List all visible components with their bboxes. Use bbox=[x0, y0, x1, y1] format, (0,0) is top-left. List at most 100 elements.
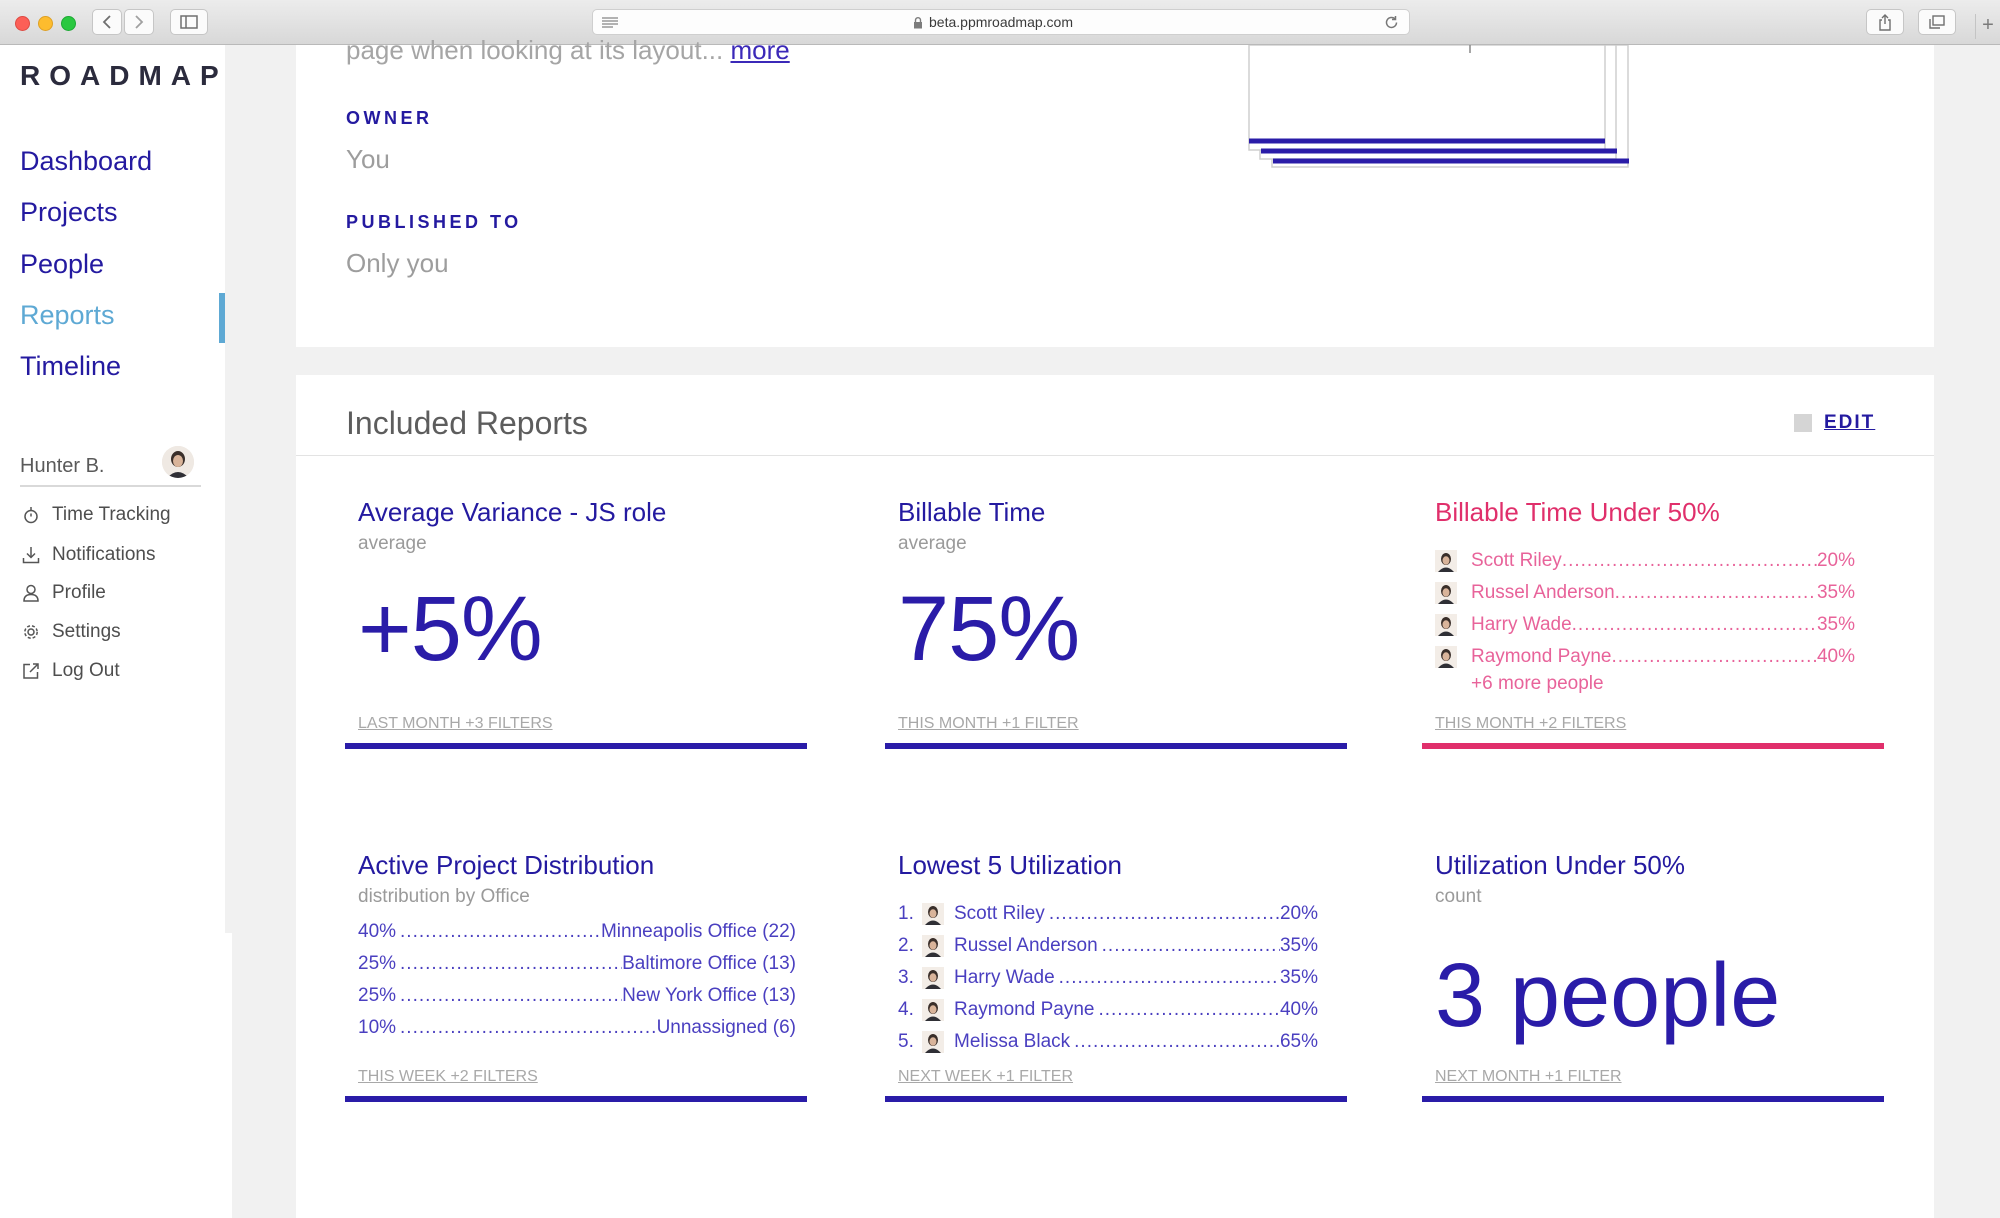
header-divider bbox=[296, 455, 1934, 456]
person-row[interactable]: Harry Wade .............................… bbox=[1435, 611, 1855, 639]
menu-label: Time Tracking bbox=[52, 504, 171, 525]
distribution-row[interactable]: 40% ....................................… bbox=[358, 918, 796, 946]
ranking-row[interactable]: 5. Melissa Black .......................… bbox=[898, 1028, 1318, 1056]
avatar-image bbox=[162, 446, 194, 478]
leader-dots: ........................................… bbox=[400, 953, 622, 974]
share-button[interactable] bbox=[1866, 9, 1904, 35]
menu-settings[interactable]: Settings bbox=[20, 621, 121, 643]
ranking-row[interactable]: 2. Russel Anderson .....................… bbox=[898, 932, 1318, 960]
more-people-link[interactable]: +6 more people bbox=[1471, 673, 1604, 695]
distribution-row[interactable]: 25% ....................................… bbox=[358, 982, 796, 1010]
menu-time-tracking[interactable]: Time Tracking bbox=[20, 504, 171, 526]
rank-number: 2. bbox=[898, 935, 914, 956]
reload-icon[interactable] bbox=[1384, 15, 1399, 30]
leader-dots: ........................................… bbox=[400, 985, 622, 1006]
distribution-row[interactable]: 25% ....................................… bbox=[358, 950, 796, 978]
report-value: 3 people bbox=[1435, 946, 1781, 1046]
ranking-row[interactable]: 4. Raymond Payne .......................… bbox=[898, 996, 1318, 1024]
report-subtitle: count bbox=[1435, 886, 1482, 907]
report-title[interactable]: Average Variance - JS role bbox=[358, 497, 666, 528]
person-row[interactable]: Scott Riley ............................… bbox=[1435, 547, 1855, 575]
nav-timeline[interactable]: Timeline bbox=[20, 351, 121, 382]
nav-reports[interactable]: Reports bbox=[20, 300, 115, 331]
report-value: 75% bbox=[898, 578, 1080, 680]
leader-dots: ........................................… bbox=[1058, 967, 1280, 988]
report-title[interactable]: Lowest 5 Utilization bbox=[898, 850, 1122, 881]
external-link-icon bbox=[20, 660, 42, 682]
report-description: page when looking at its layout... more bbox=[346, 35, 790, 66]
nav-people[interactable]: People bbox=[20, 249, 104, 280]
report-billable-time-under-50[interactable]: Billable Time Under 50% Scott Riley ....… bbox=[1422, 497, 1884, 777]
person-percent: 35% bbox=[1279, 935, 1318, 956]
close-window-button[interactable] bbox=[15, 16, 30, 31]
distribution-office: Minneapolis Office (22) bbox=[600, 921, 796, 942]
leader-dots: ........................................… bbox=[1048, 903, 1280, 924]
owner-label: OWNER bbox=[346, 108, 433, 128]
published-label: PUBLISHED TO bbox=[346, 212, 522, 232]
menu-profile[interactable]: Profile bbox=[20, 582, 106, 604]
user-avatar[interactable] bbox=[162, 446, 194, 478]
stopwatch-icon bbox=[20, 504, 42, 526]
leader-dots: ........................................… bbox=[1098, 999, 1280, 1020]
nav-projects[interactable]: Projects bbox=[20, 197, 118, 228]
nav-dashboard[interactable]: Dashboard bbox=[20, 146, 152, 177]
distribution-row[interactable]: 10% ....................................… bbox=[358, 1014, 796, 1042]
new-tab-button[interactable]: + bbox=[1975, 14, 2000, 39]
more-link[interactable]: more bbox=[730, 35, 789, 65]
leader-dots: ........................................… bbox=[1101, 935, 1280, 956]
report-title[interactable]: Billable Time bbox=[898, 497, 1045, 528]
leader-dots: ........................................… bbox=[1614, 582, 1817, 603]
report-active-project-distribution[interactable]: Active Project Distribution distribution… bbox=[345, 850, 807, 1130]
forward-button[interactable] bbox=[124, 9, 154, 35]
published-value: Only you bbox=[346, 248, 449, 278]
included-reports-card: Included Reports EDIT Average Variance -… bbox=[296, 375, 1934, 1218]
person-percent: 40% bbox=[1816, 646, 1855, 667]
menu-notifications[interactable]: Notifications bbox=[20, 544, 156, 566]
leader-dots: ........................................… bbox=[1611, 646, 1817, 667]
edit-link[interactable]: EDIT bbox=[1824, 412, 1875, 434]
leader-dots: ........................................… bbox=[1571, 614, 1817, 635]
report-filter-link[interactable]: LAST MONTH +3 FILTERS bbox=[358, 715, 553, 733]
tabs-overview-button[interactable] bbox=[1918, 9, 1956, 35]
report-title[interactable]: Active Project Distribution bbox=[358, 850, 654, 881]
report-filter-link[interactable]: NEXT WEEK +1 FILTER bbox=[898, 1068, 1073, 1086]
person-row[interactable]: Raymond Payne ..........................… bbox=[1435, 643, 1855, 671]
report-filter-link[interactable]: THIS MONTH +2 FILTERS bbox=[1435, 715, 1626, 733]
back-button[interactable] bbox=[92, 9, 122, 35]
person-row[interactable]: Russel Anderson ........................… bbox=[1435, 579, 1855, 607]
distribution-office: New York Office (13) bbox=[622, 985, 796, 1006]
address-bar[interactable]: beta.ppmroadmap.com bbox=[592, 9, 1410, 35]
download-icon bbox=[20, 544, 42, 566]
report-subtitle: distribution by Office bbox=[358, 886, 530, 907]
avatar bbox=[1435, 614, 1457, 636]
included-reports-title: Included Reports bbox=[346, 405, 588, 441]
report-filter-link[interactable]: THIS WEEK +2 FILTERS bbox=[358, 1068, 538, 1086]
report-lowest-5-utilization[interactable]: Lowest 5 Utilization 1. Scott Riley ....… bbox=[885, 850, 1347, 1130]
report-thumbnail-stack[interactable] bbox=[1248, 45, 1638, 175]
report-title[interactable]: Utilization Under 50% bbox=[1435, 850, 1685, 881]
report-filter-link[interactable]: THIS MONTH +1 FILTER bbox=[898, 715, 1079, 733]
avatar bbox=[1435, 582, 1457, 604]
user-name[interactable]: Hunter B. bbox=[20, 455, 104, 478]
report-average-variance[interactable]: Average Variance - JS role average +5% L… bbox=[345, 497, 807, 777]
tabs-icon bbox=[1929, 15, 1945, 29]
avatar bbox=[922, 935, 944, 957]
report-billable-time[interactable]: Billable Time average 75% THIS MONTH +1 … bbox=[885, 497, 1347, 777]
person-name: Harry Wade bbox=[954, 967, 1055, 988]
person-name: Raymond Payne bbox=[1471, 646, 1612, 667]
ranking-row[interactable]: 3. Harry Wade ..........................… bbox=[898, 964, 1318, 992]
report-title[interactable]: Billable Time Under 50% bbox=[1435, 497, 1720, 528]
minimize-window-button[interactable] bbox=[38, 16, 53, 31]
ranking-row[interactable]: 1. Scott Riley .........................… bbox=[898, 900, 1318, 928]
menu-log-out[interactable]: Log Out bbox=[20, 660, 120, 682]
edit-control[interactable]: EDIT bbox=[1794, 412, 1875, 434]
avatar bbox=[922, 903, 944, 925]
zoom-window-button[interactable] bbox=[61, 16, 76, 31]
person-name: Scott Riley bbox=[954, 903, 1045, 924]
brand-logo[interactable]: ROADMAP bbox=[20, 60, 228, 92]
person-name: Scott Riley bbox=[1471, 550, 1562, 571]
menu-label: Profile bbox=[52, 582, 106, 603]
sidebar-toggle-button[interactable] bbox=[170, 9, 208, 35]
report-filter-link[interactable]: NEXT MONTH +1 FILTER bbox=[1435, 1068, 1622, 1086]
report-utilization-under-50[interactable]: Utilization Under 50% count 3 people NEX… bbox=[1422, 850, 1884, 1130]
